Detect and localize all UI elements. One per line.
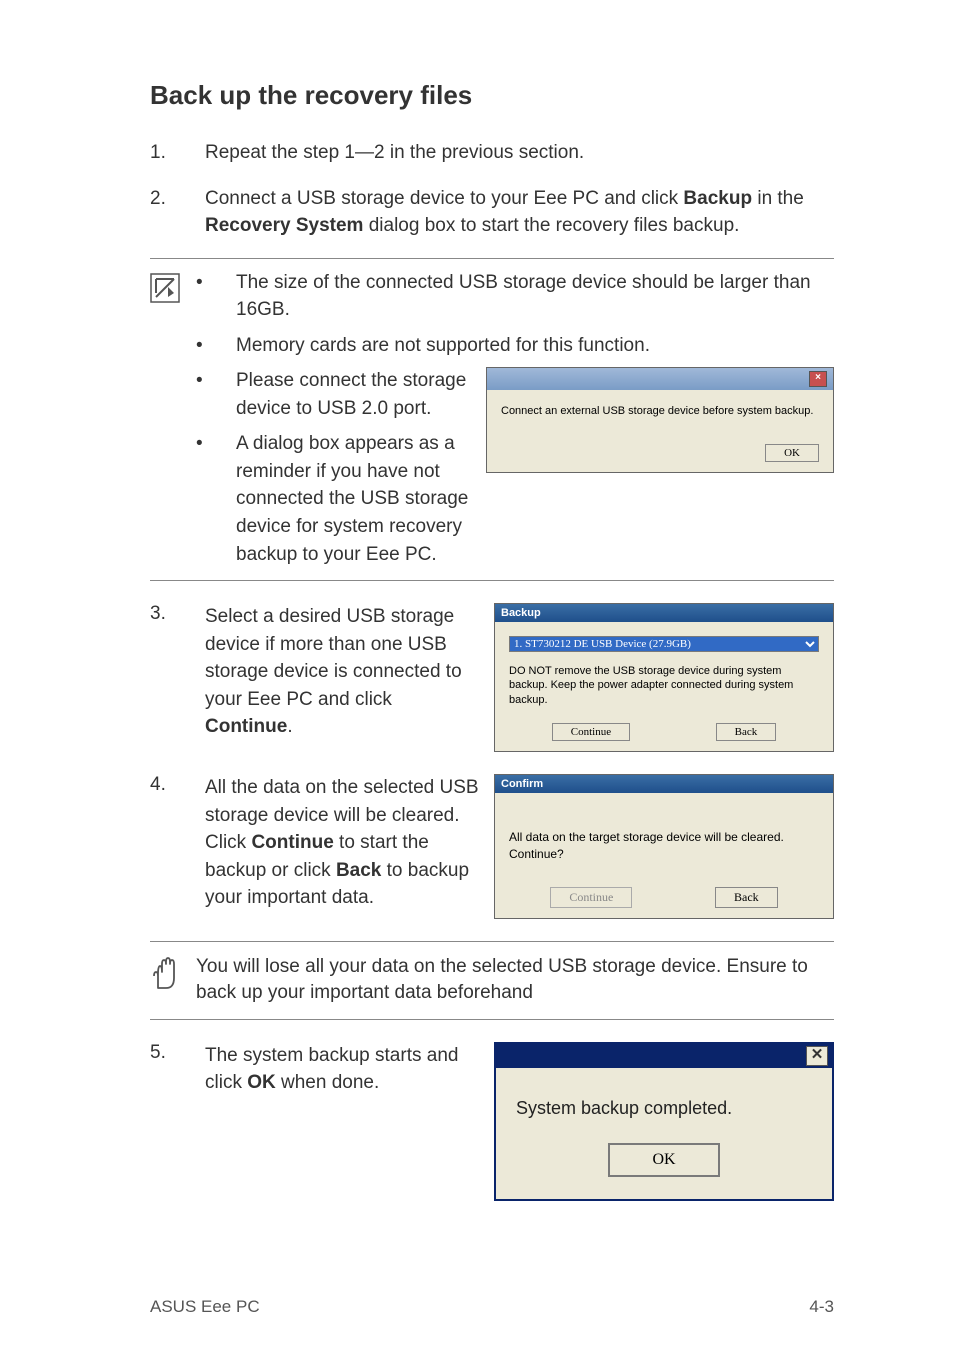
- hand-icon: [150, 954, 196, 1007]
- bullet-text: The size of the connected USB storage de…: [236, 269, 834, 324]
- step-number: 2.: [150, 185, 205, 240]
- step-3-row: 3. Select a desired USB storage device i…: [150, 603, 834, 752]
- step-1: 1. Repeat the step 1—2 in the previous s…: [150, 139, 834, 167]
- text: in the: [752, 188, 804, 209]
- bullet-dot: •: [196, 269, 236, 324]
- dialog-message: System backup completed.: [496, 1068, 832, 1143]
- note-block: • The size of the connected USB storage …: [150, 258, 834, 581]
- step-body: Repeat the step 1—2 in the previous sect…: [205, 139, 834, 167]
- dialog-title: Confirm: [501, 778, 543, 790]
- step-body: Select a desired USB storage device if m…: [205, 603, 484, 741]
- dialog-title: Backup: [501, 607, 541, 619]
- back-button[interactable]: Back: [715, 887, 778, 908]
- step-2: 2. Connect a USB storage device to your …: [150, 185, 834, 240]
- note-icon: [150, 269, 196, 568]
- step-body: All the data on the selected USB storage…: [205, 774, 484, 912]
- page-footer: ASUS Eee PC 4-3: [150, 1297, 834, 1317]
- footer-right: 4-3: [809, 1297, 834, 1317]
- continue-button[interactable]: Continue: [550, 887, 632, 908]
- text: Select a desired USB storage device if m…: [205, 606, 462, 710]
- warning-text: You will lose all your data on the selec…: [196, 954, 834, 1007]
- bold: Continue: [251, 832, 333, 853]
- step-number: 3.: [150, 603, 205, 741]
- dialog-message: DO NOT remove the USB storage device dur…: [509, 664, 819, 707]
- footer-left: ASUS Eee PC: [150, 1297, 260, 1317]
- bold: Backup: [683, 188, 752, 209]
- dialog-backup: Backup 1. ST730212 DE USB Device (27.9GB…: [494, 603, 834, 752]
- step-number: 1.: [150, 139, 205, 167]
- text: dialog box to start the recovery files b…: [363, 215, 739, 236]
- bold: Back: [336, 860, 381, 881]
- step-body: Connect a USB storage device to your Eee…: [205, 185, 834, 240]
- text: when done.: [276, 1072, 380, 1093]
- bullet-text: A dialog box appears as a reminder if yo…: [236, 430, 474, 568]
- bold: Continue: [205, 716, 287, 737]
- ok-button[interactable]: OK: [608, 1143, 719, 1177]
- note-bullet-1: • The size of the connected USB storage …: [196, 269, 834, 324]
- step-5-row: 5. The system backup starts and click OK…: [150, 1042, 834, 1201]
- step-number: 4.: [150, 774, 205, 912]
- bullet-dot: •: [196, 430, 236, 568]
- dialog-message: Connect an external USB storage device b…: [501, 404, 819, 420]
- step-4-row: 4. All the data on the selected USB stor…: [150, 774, 834, 919]
- note-bullet-3: • Please connect the storage device to U…: [196, 367, 474, 422]
- text: Connect a USB storage device to your Eee…: [205, 188, 683, 209]
- bullet-text: Memory cards are not supported for this …: [236, 332, 834, 360]
- note-bullet-4: • A dialog box appears as a reminder if …: [196, 430, 474, 568]
- warning-block: You will lose all your data on the selec…: [150, 941, 834, 1020]
- bullet-dot: •: [196, 332, 236, 360]
- text: .: [287, 716, 292, 737]
- dialog-completed: ✕ System backup completed. OK: [494, 1042, 834, 1201]
- step-body: The system backup starts and click OK wh…: [205, 1042, 484, 1097]
- bold: Recovery System: [205, 215, 363, 236]
- bullet-text: Please connect the storage device to USB…: [236, 367, 474, 422]
- note-bullet-2: • Memory cards are not supported for thi…: [196, 332, 834, 360]
- bold: OK: [247, 1072, 276, 1093]
- step-number: 5.: [150, 1042, 205, 1097]
- usb-device-select[interactable]: 1. ST730212 DE USB Device (27.9GB): [509, 636, 819, 652]
- dialog-message: All data on the target storage device wi…: [509, 829, 819, 863]
- close-icon[interactable]: ✕: [806, 1046, 828, 1066]
- back-button[interactable]: Back: [716, 723, 777, 741]
- dialog-connect-usb: × Connect an external USB storage device…: [486, 367, 834, 473]
- dialog-confirm: Confirm All data on the target storage d…: [494, 774, 834, 919]
- page-title: Back up the recovery files: [150, 80, 834, 111]
- continue-button[interactable]: Continue: [552, 723, 630, 741]
- bullet-dot: •: [196, 367, 236, 422]
- close-icon[interactable]: ×: [809, 371, 827, 387]
- ok-button[interactable]: OK: [765, 444, 819, 462]
